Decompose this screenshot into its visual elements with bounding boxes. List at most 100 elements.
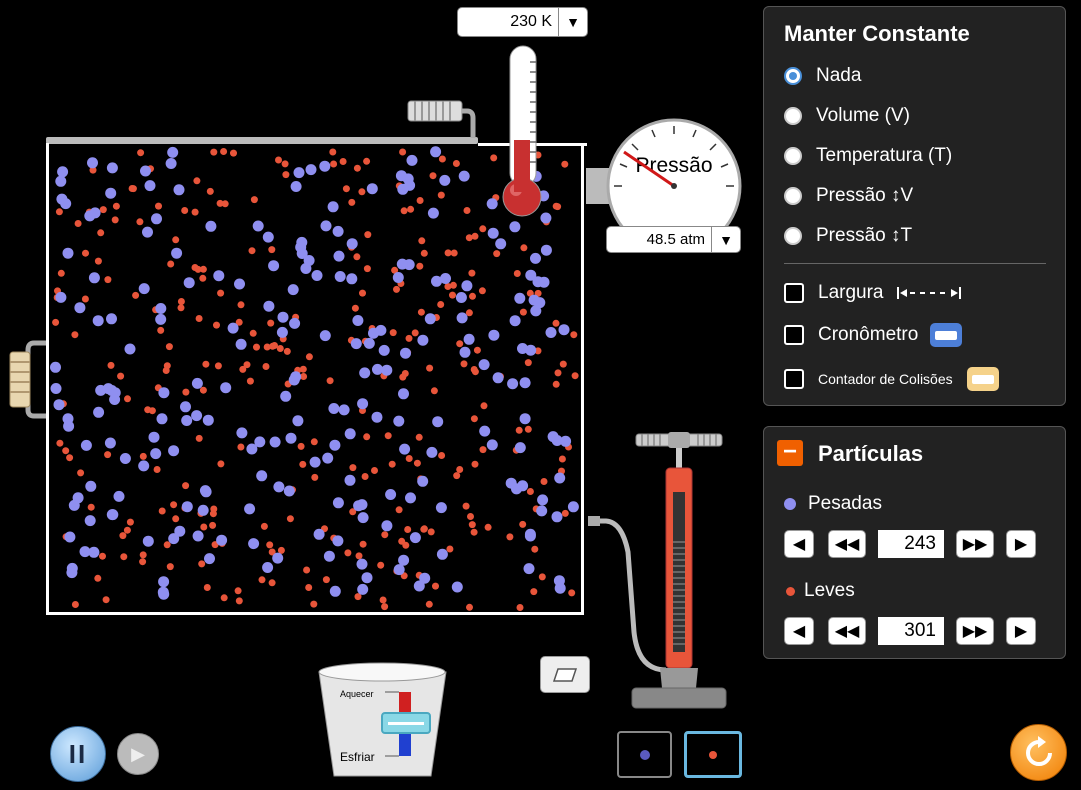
light-particle <box>519 308 527 316</box>
light-particle <box>363 157 371 165</box>
light-particle <box>206 187 214 195</box>
heavy-particle <box>459 346 471 358</box>
bicycle-pump[interactable] <box>586 432 732 712</box>
light-increment-fast-button[interactable]: ▶▶ <box>956 617 994 645</box>
option-pressure-temperature[interactable]: Pressão ↕T <box>784 225 912 247</box>
heavy-decrement-fast-button[interactable]: ◀◀ <box>828 530 866 558</box>
heavy-particle <box>197 504 209 516</box>
heavy-particle <box>280 390 292 402</box>
pump-light-particles-button[interactable] <box>684 731 742 778</box>
option-label: Temperatura (T) <box>816 145 953 166</box>
pause-button[interactable]: II <box>50 726 106 782</box>
light-particle <box>271 342 278 349</box>
light-particle <box>71 331 79 339</box>
light-particle <box>326 377 334 385</box>
light-decrement-fast-button[interactable]: ◀◀ <box>828 617 866 645</box>
light-particle <box>237 443 245 451</box>
heavy-particle <box>458 170 470 182</box>
temperature-readout[interactable]: 230 K ▼ <box>457 7 588 37</box>
light-particle <box>444 249 452 257</box>
light-increment-button[interactable]: ▶ <box>1006 617 1036 645</box>
light-decrement-button[interactable]: ◀ <box>784 617 814 645</box>
heavy-increment-fast-button[interactable]: ▶▶ <box>956 530 994 558</box>
light-particle <box>519 520 527 528</box>
heavy-particle <box>361 572 373 584</box>
light-particle <box>571 372 579 380</box>
light-particle <box>87 503 95 511</box>
side-handle[interactable] <box>6 340 48 420</box>
light-particle <box>471 368 479 376</box>
heavy-particle <box>346 238 358 250</box>
light-count-field[interactable]: 301 <box>878 617 944 645</box>
timer-checkbox[interactable] <box>784 325 804 345</box>
light-particle <box>177 298 185 305</box>
heavy-particle <box>227 322 239 334</box>
heavy-increment-button[interactable]: ▶ <box>1006 530 1036 558</box>
collision-counter-checkbox[interactable] <box>784 369 804 389</box>
light-particle <box>297 442 305 450</box>
light-particle <box>490 154 498 162</box>
light-particle <box>283 347 291 355</box>
option-pressure-volume[interactable]: Pressão ↕V <box>784 185 913 207</box>
heavy-particle <box>333 250 345 262</box>
radio-temperature[interactable] <box>784 147 802 165</box>
heavy-particle <box>554 472 566 484</box>
heavy-particle <box>332 497 344 509</box>
light-particle <box>220 148 228 155</box>
radio-pressure-temperature[interactable] <box>784 227 802 245</box>
heavy-count-field[interactable]: 243 <box>878 530 944 558</box>
lid-handle[interactable] <box>405 98 485 143</box>
heat-cool-slider-knob[interactable] <box>381 712 431 734</box>
particles-panel: − Partículas Pesadas ◀ ◀◀ 243 ▶▶ ▶ Leves… <box>763 426 1066 659</box>
radio-nada[interactable] <box>784 67 802 85</box>
step-button[interactable]: ▶ <box>117 733 159 775</box>
heavy-particle <box>320 220 332 232</box>
light-particle <box>393 285 400 293</box>
pressure-gauge: Pressão <box>586 118 742 236</box>
width-checkbox[interactable] <box>784 283 804 303</box>
light-particle <box>99 552 106 560</box>
light-particle <box>311 473 319 481</box>
option-volume[interactable]: Volume (V) <box>784 105 910 127</box>
light-particle <box>568 589 576 597</box>
radio-volume[interactable] <box>784 107 802 125</box>
light-particle <box>552 380 560 388</box>
light-particle <box>484 523 492 531</box>
light-particle <box>411 329 419 337</box>
light-particle <box>210 148 218 156</box>
radio-pressure-volume[interactable] <box>784 187 802 205</box>
heavy-particle <box>235 338 247 350</box>
heavy-particle <box>292 415 304 427</box>
heavy-particle <box>84 210 96 222</box>
heavy-decrement-button[interactable]: ◀ <box>784 530 814 558</box>
heavy-particle <box>53 399 65 411</box>
timer-toggle[interactable]: Cronômetro <box>784 323 963 347</box>
light-particle <box>465 309 473 317</box>
light-particle <box>395 506 403 514</box>
light-particle <box>299 460 307 468</box>
light-particle <box>94 257 102 265</box>
heavy-particle <box>378 344 390 356</box>
heavy-particle <box>492 372 504 384</box>
pressure-readout[interactable]: 48.5 atm ▼ <box>606 226 741 253</box>
light-particle <box>199 386 207 394</box>
light-particle <box>166 563 174 571</box>
light-particle <box>426 364 434 372</box>
light-particle <box>248 247 256 255</box>
pressure-units-dropdown[interactable]: ▼ <box>711 227 740 252</box>
eraser-button[interactable] <box>540 656 590 693</box>
heavy-particle <box>181 501 193 513</box>
temperature-units-dropdown[interactable]: ▼ <box>558 8 587 36</box>
pump-heavy-particles-button[interactable] <box>617 731 672 778</box>
option-temperature[interactable]: Temperatura (T) <box>784 145 952 167</box>
width-toggle[interactable]: Largura <box>784 282 962 304</box>
heavy-particle <box>536 505 548 517</box>
collapse-button[interactable]: − <box>777 440 803 466</box>
collision-counter-toggle[interactable]: Contador de Colisões <box>784 367 999 391</box>
heat-label: Aquecer <box>340 689 374 699</box>
option-nada[interactable]: Nada <box>784 65 861 87</box>
heavy-particle <box>148 431 160 443</box>
light-particle <box>268 246 276 254</box>
light-particle <box>62 447 70 455</box>
reset-button[interactable] <box>1010 724 1067 781</box>
